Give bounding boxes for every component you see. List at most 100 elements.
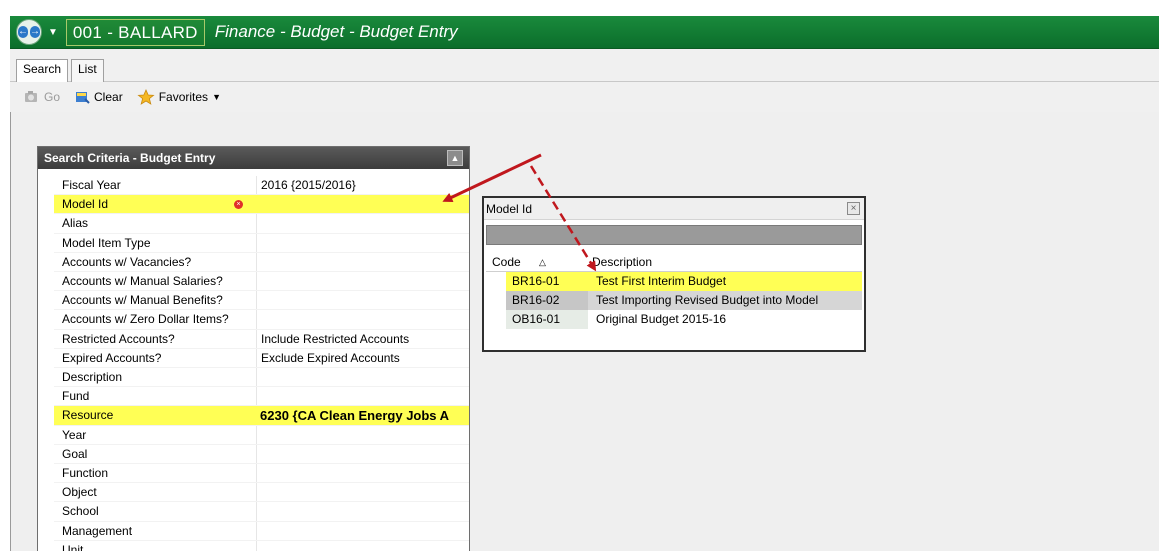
criteria-row[interactable]: Model Item Type	[54, 233, 469, 253]
column-header-code[interactable]: Code	[492, 252, 521, 272]
criteria-row[interactable]: Management	[54, 521, 469, 541]
criteria-label: Function	[62, 466, 109, 480]
criteria-row[interactable]: Accounts w/ Zero Dollar Items?	[54, 310, 469, 330]
lookup-description: Original Budget 2015-16	[596, 312, 727, 326]
criteria-row[interactable]: Accounts w/ Vacancies?	[54, 252, 469, 272]
criteria-label: Management	[62, 523, 133, 538]
page-title: Finance - Budget - Budget Entry	[214, 22, 458, 41]
criteria-label: Description	[62, 370, 123, 384]
criteria-label: Model Item Type	[62, 235, 151, 250]
lookup-code: BR16-02	[506, 291, 588, 310]
lookup-code: OB16-01	[506, 310, 588, 329]
tab-bar: Search List	[10, 49, 1159, 83]
clear-icon	[76, 92, 90, 104]
criteria-row[interactable]: Goal	[54, 444, 469, 464]
clear-label: Clear	[94, 90, 123, 104]
close-icon[interactable]: ×	[847, 202, 860, 215]
criteria-row[interactable]: Alias	[54, 214, 469, 234]
criteria-row[interactable]: Accounts w/ Manual Benefits?	[54, 291, 469, 311]
sort-ascending-icon: △	[539, 257, 546, 267]
criteria-label: Accounts w/ Manual Salaries?	[62, 274, 223, 288]
criteria-row[interactable]: Expired Accounts? Exclude Expired Account…	[54, 348, 469, 368]
criteria-row[interactable]: Function	[54, 464, 469, 484]
criteria-value[interactable]	[256, 214, 469, 233]
criteria-value[interactable]	[256, 368, 469, 387]
navigation-buttons[interactable]: ← →	[16, 19, 42, 45]
criteria-value[interactable]	[256, 291, 469, 310]
criteria-value[interactable]	[256, 444, 469, 463]
favorites-dropdown-icon[interactable]: ▼	[212, 92, 221, 102]
criteria-label: School	[62, 504, 99, 519]
criteria-value[interactable]	[256, 425, 469, 444]
criteria-value[interactable]	[256, 233, 469, 252]
criteria-row[interactable]: Unit	[54, 540, 469, 551]
go-label: Go	[44, 90, 61, 104]
criteria-value[interactable]	[256, 387, 469, 406]
criteria-row[interactable]: Restricted Accounts? Include Restricted A…	[54, 329, 469, 349]
criteria-row[interactable]: Model Id ×	[54, 195, 469, 215]
criteria-value[interactable]	[256, 502, 469, 521]
lookup-description: Test Importing Revised Budget into Model	[588, 291, 862, 310]
criteria-label: Fiscal Year	[62, 178, 121, 192]
criteria-value[interactable]	[256, 483, 469, 502]
criteria-label: Unit	[62, 542, 84, 551]
title-bar: ← → ▼ 001 - BALLARD Finance - Budget - B…	[10, 16, 1159, 49]
lookup-description: Test First Interim Budget	[588, 272, 862, 291]
criteria-row[interactable]: Description	[54, 368, 469, 388]
go-button[interactable]: Go	[24, 90, 60, 104]
toolbar: Go Clear Favorites ▼	[10, 82, 1159, 112]
lookup-table-header: Code △ Description	[486, 252, 862, 272]
criteria-label: Accounts w/ Manual Benefits?	[62, 293, 223, 308]
criteria-row[interactable]: Object	[54, 483, 469, 503]
district-label[interactable]: 001 - BALLARD	[65, 18, 205, 46]
criteria-row[interactable]: School	[54, 502, 469, 522]
criteria-label: Expired Accounts?	[62, 350, 162, 365]
nav-dropdown-icon[interactable]: ▼	[48, 27, 58, 38]
criteria-value[interactable]: 6230 {CA Clean Energy Jobs A	[256, 406, 469, 424]
favorites-button[interactable]: Favorites ▼	[137, 89, 221, 105]
go-icon	[25, 91, 37, 102]
criteria-row[interactable]: Year	[54, 425, 469, 445]
lookup-filter-bar[interactable]	[486, 225, 862, 245]
criteria-value[interactable]	[256, 195, 469, 213]
criteria-value[interactable]	[256, 540, 469, 551]
criteria-label: Accounts w/ Vacancies?	[62, 254, 192, 269]
criteria-label: Accounts w/ Zero Dollar Items?	[62, 312, 229, 327]
criteria-label: Fund	[62, 389, 90, 404]
forward-arrow-icon[interactable]: →	[30, 26, 40, 38]
criteria-label: Year	[62, 427, 87, 442]
criteria-value[interactable]: 2016 {2015/2016}	[256, 176, 469, 195]
criteria-value[interactable]	[256, 310, 469, 329]
criteria-value[interactable]	[256, 272, 469, 291]
tab-search[interactable]: Search	[16, 59, 69, 83]
search-criteria-panel: Search Criteria - Budget Entry ▲ Fiscal …	[37, 146, 470, 551]
lookup-row[interactable]: BR16-01 Test First Interim Budget	[486, 272, 862, 291]
criteria-label: Object	[62, 485, 97, 500]
lookup-code: BR16-01	[506, 272, 588, 291]
criteria-row[interactable]: Fund	[54, 387, 469, 407]
criteria-label: Model Id	[62, 197, 109, 212]
clear-button[interactable]: Clear	[74, 90, 123, 104]
model-id-lookup: Model Id × Code △ Description BR16-01 Te…	[482, 196, 866, 352]
criteria-value[interactable]: Exclude Expired Accounts	[256, 348, 469, 367]
column-header-description[interactable]: Description	[592, 252, 652, 272]
criteria-value[interactable]	[256, 521, 469, 540]
criteria-label: Resource	[62, 408, 114, 423]
favorites-label: Favorites	[158, 90, 209, 104]
collapse-icon[interactable]: ▲	[447, 150, 463, 166]
criteria-label: Restricted Accounts?	[62, 331, 175, 346]
lookup-title: Model Id	[486, 202, 533, 216]
criteria-label: Goal	[62, 446, 88, 461]
lookup-row[interactable]: BR16-02 Test Importing Revised Budget in…	[486, 291, 862, 310]
criteria-value[interactable]	[256, 252, 469, 271]
criteria-row[interactable]: Resource 6230 {CA Clean Energy Jobs A	[54, 406, 469, 426]
criteria-value[interactable]	[256, 464, 469, 483]
criteria-row[interactable]: Fiscal Year 2016 {2015/2016}	[54, 176, 469, 196]
criteria-value[interactable]: Include Restricted Accounts	[256, 329, 469, 348]
back-arrow-icon[interactable]: ←	[18, 26, 28, 38]
lookup-row[interactable]: OB16-01 Original Budget 2015-16	[486, 310, 862, 329]
tab-list[interactable]: List	[71, 59, 104, 82]
lookup-table: Code △ Description BR16-01 Test First In…	[486, 252, 862, 329]
criteria-row[interactable]: Accounts w/ Manual Salaries?	[54, 272, 469, 292]
search-criteria-title: Search Criteria - Budget Entry	[44, 151, 216, 165]
